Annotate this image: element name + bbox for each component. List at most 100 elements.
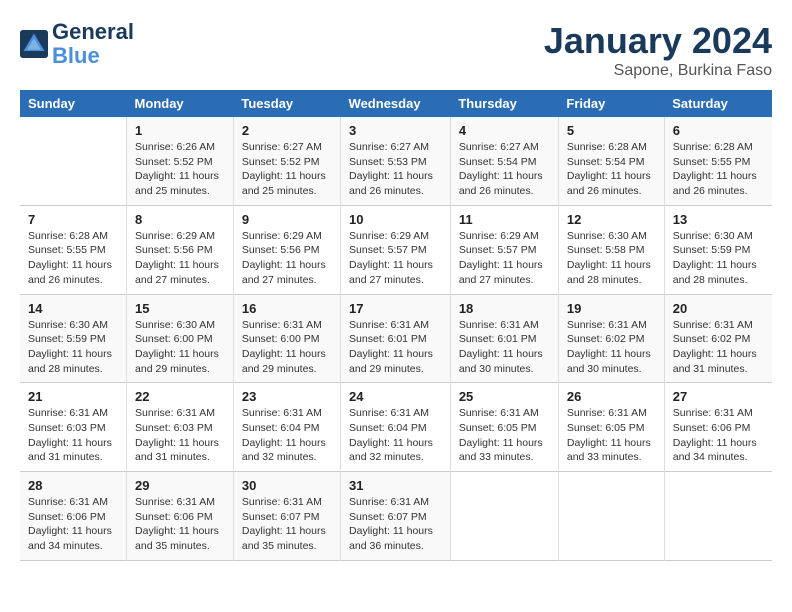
calendar-table: SundayMondayTuesdayWednesdayThursdayFrid… [20,90,772,561]
day-cell: 5Sunrise: 6:28 AMSunset: 5:54 PMDaylight… [558,117,664,205]
day-info: Sunrise: 6:29 AMSunset: 5:56 PMDaylight:… [242,229,332,288]
day-number: 22 [135,389,225,404]
day-info: Sunrise: 6:31 AMSunset: 6:06 PMDaylight:… [673,406,764,465]
day-number: 30 [242,478,332,493]
day-info: Sunrise: 6:31 AMSunset: 6:01 PMDaylight:… [349,318,442,377]
day-info: Sunrise: 6:26 AMSunset: 5:52 PMDaylight:… [135,140,225,199]
day-info: Sunrise: 6:31 AMSunset: 6:05 PMDaylight:… [459,406,550,465]
day-info: Sunrise: 6:31 AMSunset: 6:03 PMDaylight:… [28,406,118,465]
day-cell: 19 Sunrise: 6:31 AMSunset: 6:02 PMDayligh… [558,294,664,383]
day-info: Sunrise: 6:31 AMSunset: 6:02 PMDaylight:… [673,318,764,377]
day-info: Sunrise: 6:31 AMSunset: 6:02 PMDaylight:… [567,318,656,377]
day-number: 20 [673,301,764,316]
day-info: Sunrise: 6:28 AMSunset: 5:55 PMDaylight:… [28,229,118,288]
day-cell: 12 Sunrise: 6:30 AMSunset: 5:58 PMDayligh… [558,205,664,294]
calendar-subtitle: Sapone, Burkina Faso [544,62,772,80]
week-row-5: 28 Sunrise: 6:31 AMSunset: 6:06 PMDayligh… [20,472,772,561]
day-number: 9 [242,212,332,227]
day-number: 26 [567,389,656,404]
title-area: January 2024 Sapone, Burkina Faso [544,20,772,80]
day-cell: 28 Sunrise: 6:31 AMSunset: 6:06 PMDayligh… [20,472,127,561]
day-cell: 4Sunrise: 6:27 AMSunset: 5:54 PMDaylight… [450,117,558,205]
day-cell: 6 Sunrise: 6:28 AMSunset: 5:55 PMDaylight… [664,117,772,205]
day-number: 21 [28,389,118,404]
header-cell-sunday: Sunday [20,90,127,117]
day-number: 16 [242,301,332,316]
day-number: 8 [135,212,225,227]
day-info: Sunrise: 6:27 AMSunset: 5:52 PMDaylight:… [242,140,332,199]
day-info: Sunrise: 6:31 AMSunset: 6:06 PMDaylight:… [28,495,118,554]
header-cell-saturday: Saturday [664,90,772,117]
day-cell: 7 Sunrise: 6:28 AMSunset: 5:55 PMDaylight… [20,205,127,294]
week-row-3: 14Sunrise: 6:30 AMSunset: 5:59 PMDayligh… [20,294,772,383]
day-info: Sunrise: 6:30 AMSunset: 5:59 PMDaylight:… [28,318,118,377]
day-info: Sunrise: 6:31 AMSunset: 6:07 PMDaylight:… [349,495,442,554]
day-info: Sunrise: 6:29 AMSunset: 5:57 PMDaylight:… [349,229,442,288]
day-number: 10 [349,212,442,227]
day-info: Sunrise: 6:31 AMSunset: 6:04 PMDaylight:… [242,406,332,465]
day-info: Sunrise: 6:31 AMSunset: 6:04 PMDaylight:… [349,406,442,465]
header-cell-friday: Friday [558,90,664,117]
day-info: Sunrise: 6:30 AMSunset: 6:00 PMDaylight:… [135,318,225,377]
day-info: Sunrise: 6:31 AMSunset: 6:00 PMDaylight:… [242,318,332,377]
day-number: 19 [567,301,656,316]
day-number: 7 [28,212,118,227]
day-number: 25 [459,389,550,404]
day-number: 31 [349,478,442,493]
day-info: Sunrise: 6:30 AMSunset: 5:59 PMDaylight:… [673,229,764,288]
day-info: Sunrise: 6:28 AMSunset: 5:55 PMDaylight:… [673,140,764,199]
day-info: Sunrise: 6:30 AMSunset: 5:58 PMDaylight:… [567,229,656,288]
day-cell: 10 Sunrise: 6:29 AMSunset: 5:57 PMDayligh… [341,205,451,294]
day-cell: 31 Sunrise: 6:31 AMSunset: 6:07 PMDayligh… [341,472,451,561]
day-number: 27 [673,389,764,404]
logo: General Blue [20,20,134,68]
day-cell: 9 Sunrise: 6:29 AMSunset: 5:56 PMDaylight… [233,205,340,294]
day-number: 24 [349,389,442,404]
day-info: Sunrise: 6:29 AMSunset: 5:56 PMDaylight:… [135,229,225,288]
day-number: 18 [459,301,550,316]
day-info: Sunrise: 6:31 AMSunset: 6:06 PMDaylight:… [135,495,225,554]
day-cell: 1 Sunrise: 6:26 AMSunset: 5:52 PMDaylight… [127,117,234,205]
day-cell: 30Sunrise: 6:31 AMSunset: 6:07 PMDayligh… [233,472,340,561]
day-cell: 21 Sunrise: 6:31 AMSunset: 6:03 PMDayligh… [20,383,127,472]
day-number: 13 [673,212,764,227]
day-cell [558,472,664,561]
header-cell-wednesday: Wednesday [341,90,451,117]
day-cell: 17Sunrise: 6:31 AMSunset: 6:01 PMDayligh… [341,294,451,383]
day-cell: 25 Sunrise: 6:31 AMSunset: 6:05 PMDayligh… [450,383,558,472]
day-cell: 26 Sunrise: 6:31 AMSunset: 6:05 PMDayligh… [558,383,664,472]
day-number: 29 [135,478,225,493]
day-cell: 15 Sunrise: 6:30 AMSunset: 6:00 PMDayligh… [127,294,234,383]
day-cell: 13 Sunrise: 6:30 AMSunset: 5:59 PMDayligh… [664,205,772,294]
day-number: 1 [135,123,225,138]
day-number: 2 [242,123,332,138]
day-cell: 18 Sunrise: 6:31 AMSunset: 6:01 PMDayligh… [450,294,558,383]
day-cell: 14Sunrise: 6:30 AMSunset: 5:59 PMDayligh… [20,294,127,383]
day-cell: 29 Sunrise: 6:31 AMSunset: 6:06 PMDayligh… [127,472,234,561]
day-number: 3 [349,123,442,138]
day-cell: 8 Sunrise: 6:29 AMSunset: 5:56 PMDaylight… [127,205,234,294]
day-cell: 11Sunrise: 6:29 AMSunset: 5:57 PMDayligh… [450,205,558,294]
day-info: Sunrise: 6:28 AMSunset: 5:54 PMDaylight:… [567,140,656,199]
day-cell: 27 Sunrise: 6:31 AMSunset: 6:06 PMDayligh… [664,383,772,472]
day-number: 23 [242,389,332,404]
day-info: Sunrise: 6:31 AMSunset: 6:05 PMDaylight:… [567,406,656,465]
header-cell-thursday: Thursday [450,90,558,117]
day-cell: 3Sunrise: 6:27 AMSunset: 5:53 PMDaylight… [341,117,451,205]
day-number: 15 [135,301,225,316]
day-cell: 23 Sunrise: 6:31 AMSunset: 6:04 PMDayligh… [233,383,340,472]
day-number: 12 [567,212,656,227]
day-cell [450,472,558,561]
header-cell-monday: Monday [127,90,234,117]
header-row: SundayMondayTuesdayWednesdayThursdayFrid… [20,90,772,117]
day-info: Sunrise: 6:31 AMSunset: 6:01 PMDaylight:… [459,318,550,377]
calendar-title: January 2024 [544,20,772,62]
day-cell: 20 Sunrise: 6:31 AMSunset: 6:02 PMDayligh… [664,294,772,383]
week-row-4: 21 Sunrise: 6:31 AMSunset: 6:03 PMDayligh… [20,383,772,472]
day-number: 28 [28,478,118,493]
day-number: 6 [673,123,764,138]
week-row-1: 1 Sunrise: 6:26 AMSunset: 5:52 PMDaylight… [20,117,772,205]
day-cell: 2 Sunrise: 6:27 AMSunset: 5:52 PMDaylight… [233,117,340,205]
page-header: General Blue January 2024 Sapone, Burkin… [20,20,772,80]
logo-text: General Blue [52,20,134,68]
